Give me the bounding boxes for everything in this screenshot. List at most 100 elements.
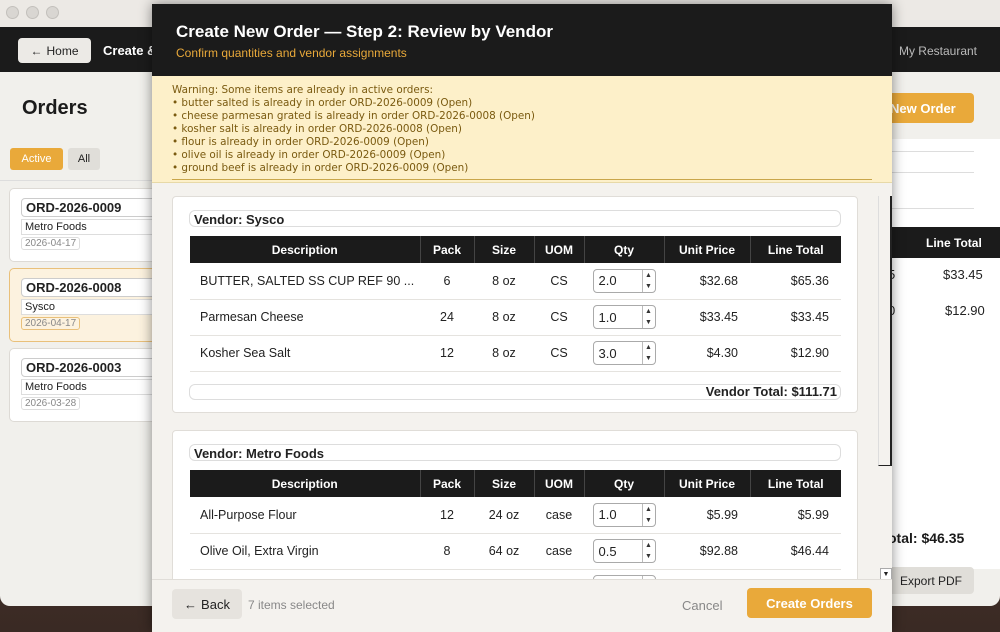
col-unit-price: Unit Price bbox=[664, 470, 751, 497]
item-uom: CS bbox=[534, 299, 584, 336]
restaurant-name: My Restaurant bbox=[898, 44, 977, 58]
detail-table-header: Line Total bbox=[888, 227, 1000, 258]
close-window-icon[interactable] bbox=[6, 6, 19, 19]
stepper-arrows[interactable]: ▲ ▼ bbox=[641, 540, 655, 562]
quantity-input[interactable]: 0.5 bbox=[594, 544, 642, 559]
stepper-arrows[interactable]: ▲ ▼ bbox=[641, 342, 655, 364]
warning-line: • olive oil is already in order ORD-2026… bbox=[172, 149, 446, 161]
chevron-down-icon[interactable]: ▼ bbox=[643, 281, 655, 292]
order-detail-panel: Line Total 5 $33.45 0 $12.90 bbox=[888, 139, 1000, 569]
minimize-window-icon[interactable] bbox=[26, 6, 39, 19]
back-button[interactable]: ← Back bbox=[172, 589, 242, 619]
warning-line: • ground beef is already in order ORD-20… bbox=[172, 162, 469, 174]
item-uom: CS bbox=[534, 335, 584, 372]
new-order-button[interactable]: New Order bbox=[880, 93, 974, 123]
quantity-stepper[interactable]: 2.0 ▲ ▼ bbox=[592, 268, 656, 293]
divider bbox=[888, 151, 974, 152]
item-line-total: $46.44 bbox=[750, 533, 841, 570]
vendor-scroll-area[interactable]: Vendor: Sysco Description Pack Size UOM … bbox=[152, 184, 892, 579]
chevron-down-icon[interactable]: ▼ bbox=[643, 551, 655, 562]
item-size: 8 oz bbox=[474, 263, 534, 300]
quantity-input[interactable]: 2.0 bbox=[594, 273, 642, 288]
col-line-total: Line Total bbox=[750, 236, 841, 263]
top-bar-title: Create & bbox=[103, 43, 157, 58]
quantity-input[interactable]: 1.0 bbox=[594, 310, 642, 325]
item-description bbox=[190, 569, 420, 579]
detail-line-total: $12.90 bbox=[945, 303, 985, 318]
order-vendor: Metro Foods bbox=[21, 219, 161, 235]
home-button[interactable]: ← Home bbox=[18, 38, 91, 63]
create-order-modal: Create New Order — Step 2: Review by Ven… bbox=[152, 4, 892, 632]
item-uom: case bbox=[534, 497, 584, 534]
modal-subtitle: Confirm quantities and vendor assignment… bbox=[176, 46, 407, 60]
divider bbox=[0, 180, 152, 181]
vendor-card-sysco: Vendor: Sysco Description Pack Size UOM … bbox=[172, 196, 858, 413]
item-pack: 12 bbox=[420, 335, 474, 372]
chevron-down-icon[interactable]: ▼ bbox=[643, 353, 655, 364]
item-unit-price: $32.68 bbox=[664, 263, 750, 300]
chevron-up-icon[interactable]: ▲ bbox=[643, 306, 655, 317]
chevron-down-icon[interactable]: ▼ bbox=[643, 515, 655, 526]
quantity-stepper[interactable]: 0.5 ▲ ▼ bbox=[592, 539, 656, 563]
item-pack: 6 bbox=[420, 263, 474, 300]
stepper-arrows[interactable]: ▲ ▼ bbox=[641, 269, 655, 292]
export-pdf-button[interactable]: Export PDF bbox=[888, 567, 974, 594]
modal-header: Create New Order — Step 2: Review by Ven… bbox=[152, 4, 892, 76]
create-orders-button[interactable]: Create Orders bbox=[747, 588, 872, 618]
order-card-selected[interactable]: ORD-2026-0008 Sysco 2026-04-17 bbox=[9, 268, 161, 342]
chevron-up-icon[interactable]: ▲ bbox=[643, 504, 655, 515]
table-row bbox=[190, 569, 841, 579]
col-pack: Pack bbox=[420, 236, 475, 263]
item-line-total: $12.90 bbox=[750, 335, 841, 372]
stepper-arrows[interactable]: ▲ ▼ bbox=[641, 503, 655, 526]
col-uom: UOM bbox=[534, 236, 585, 263]
item-unit-price: $5.99 bbox=[664, 497, 750, 534]
chevron-up-icon[interactable]: ▲ bbox=[643, 540, 655, 551]
quantity-stepper[interactable]: 1.0 ▲ ▼ bbox=[592, 305, 656, 329]
modal-footer: ← Back 7 items selected Cancel Create Or… bbox=[152, 579, 892, 632]
quantity-stepper[interactable]: 3.0 ▲ ▼ bbox=[592, 341, 656, 365]
chevron-up-icon[interactable]: ▲ bbox=[643, 342, 655, 353]
warning-banner: Warning: Some items are already in activ… bbox=[152, 76, 892, 183]
table-row: Kosher Sea Salt 12 8 oz CS 3.0 ▲ ▼ $4.30… bbox=[190, 335, 841, 372]
filter-all-button[interactable]: All bbox=[68, 148, 100, 170]
chevron-down-icon[interactable]: ▼ bbox=[643, 317, 655, 328]
table-row: Olive Oil, Extra Virgin 8 64 oz case 0.5… bbox=[190, 533, 841, 570]
item-qty-cell: 1.0 ▲ ▼ bbox=[584, 299, 664, 336]
item-size: 64 oz bbox=[474, 533, 534, 570]
detail-line-total: $33.45 bbox=[943, 267, 983, 282]
order-date: 2026-04-17 bbox=[21, 317, 81, 330]
item-pack: 24 bbox=[420, 299, 474, 336]
item-qty-cell: 3.0 ▲ ▼ bbox=[584, 335, 664, 372]
order-card[interactable]: ORD-2026-0003 Metro Foods 2026-03-28 bbox=[9, 348, 161, 422]
item-description: Parmesan Cheese bbox=[190, 299, 420, 336]
quantity-input[interactable]: 3.0 bbox=[594, 346, 642, 361]
table-row: Parmesan Cheese 24 8 oz CS 1.0 ▲ ▼ $33.4… bbox=[190, 299, 841, 336]
item-description: BUTTER, SALTED SS CUP REF 90 ... bbox=[190, 263, 420, 300]
cancel-button[interactable]: Cancel bbox=[682, 598, 722, 613]
selected-count: 7 items selected bbox=[248, 598, 335, 612]
vendor-items-table: Description Pack Size UOM Qty Unit Price… bbox=[190, 236, 841, 372]
col-description: Description bbox=[190, 470, 421, 497]
stepper-arrows[interactable]: ▲ ▼ bbox=[641, 306, 655, 328]
line-total-header: Line Total bbox=[926, 236, 982, 250]
warning-line: • kosher salt is already in order ORD-20… bbox=[172, 123, 462, 135]
zoom-window-icon[interactable] bbox=[46, 6, 59, 19]
order-id: ORD-2026-0009 bbox=[21, 198, 161, 217]
warning-line: • butter salted is already in order ORD-… bbox=[172, 97, 473, 109]
col-uom: UOM bbox=[534, 470, 585, 497]
item-unit-price: $33.45 bbox=[664, 299, 750, 336]
vertical-scrollbar[interactable]: ▼ bbox=[878, 190, 892, 582]
table-row: All-Purpose Flour 12 24 oz case 1.0 ▲ ▼ bbox=[190, 497, 841, 534]
order-card[interactable]: ORD-2026-0009 Metro Foods 2026-04-17 bbox=[9, 188, 161, 262]
vendor-name: Vendor: Sysco bbox=[189, 210, 841, 227]
scrollbar-thumb[interactable] bbox=[878, 196, 892, 466]
vendor-card-metro-foods: Vendor: Metro Foods Description Pack Siz… bbox=[172, 430, 858, 579]
quantity-stepper[interactable]: 1.0 ▲ ▼ bbox=[592, 502, 656, 527]
filter-active-button[interactable]: Active bbox=[10, 148, 63, 170]
vendor-name: Vendor: Metro Foods bbox=[189, 444, 841, 461]
vendor-total: Vendor Total: $111.71 bbox=[189, 384, 841, 400]
orders-title: Orders bbox=[22, 97, 88, 119]
chevron-up-icon[interactable]: ▲ bbox=[643, 270, 655, 281]
quantity-input[interactable]: 1.0 bbox=[594, 507, 642, 522]
